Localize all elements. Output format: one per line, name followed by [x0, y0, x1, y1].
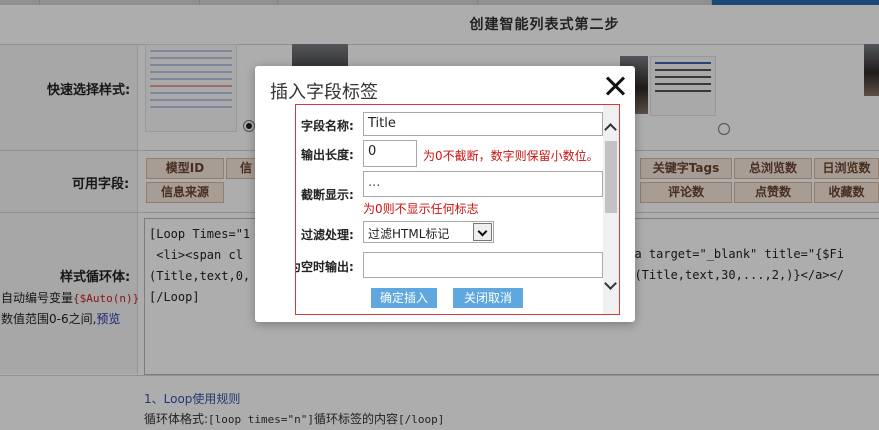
- field-name-input[interactable]: Title: [363, 112, 603, 136]
- truncate-hint: 为0则不显示任何标志: [363, 202, 479, 216]
- chevron-down-icon[interactable]: [473, 223, 492, 241]
- output-length-input[interactable]: 0: [363, 140, 417, 167]
- filter-select-value: 过滤HTML标记: [368, 227, 450, 241]
- dialog-title: 插入字段标签: [270, 82, 378, 103]
- field-name-label: 字段名称:: [301, 119, 354, 133]
- empty-output-label: 为空时输出:: [295, 260, 354, 274]
- dialog-scrollbar[interactable]: [603, 105, 619, 314]
- confirm-insert-button[interactable]: 确定插入: [371, 288, 437, 308]
- scroll-down-icon[interactable]: [604, 277, 617, 290]
- filter-select[interactable]: 过滤HTML标记: [363, 221, 494, 243]
- output-length-hint: 为0不截断，数字则保留小数位。: [423, 149, 599, 163]
- scrollbar-thumb[interactable]: [605, 141, 617, 213]
- truncate-label: 截断显示:: [301, 188, 354, 202]
- truncate-input[interactable]: ...: [363, 171, 603, 197]
- output-length-label: 输出长度:: [301, 148, 354, 162]
- filter-label: 过滤处理:: [301, 228, 354, 242]
- dialog-form-frame: 字段名称: Title 输出长度: 0 为0不截断，数字则保留小数位。 截断显示…: [295, 104, 620, 315]
- insert-field-dialog: 插入字段标签 字段名称: Title 输出长度: 0 为0不截断，数字则保留小数…: [255, 66, 635, 322]
- close-cancel-button[interactable]: 关闭取消: [453, 288, 523, 308]
- scroll-up-icon[interactable]: [604, 123, 617, 136]
- empty-output-input[interactable]: [363, 252, 603, 278]
- dialog-form: 字段名称: Title 输出长度: 0 为0不截断，数字则保留小数位。 截断显示…: [296, 105, 603, 314]
- close-icon[interactable]: [603, 74, 627, 98]
